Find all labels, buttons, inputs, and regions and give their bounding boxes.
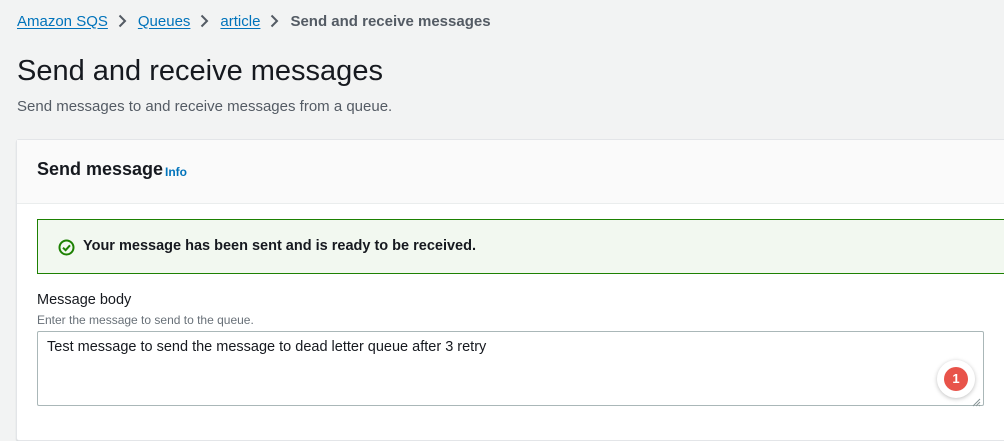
page-title: Send and receive messages	[17, 55, 383, 87]
panel-title: Send message	[37, 159, 164, 179]
resize-handle-icon[interactable]	[971, 394, 981, 407]
breadcrumb: Amazon SQS Queues article Send and recei…	[17, 10, 491, 32]
breadcrumb-queues-link[interactable]: Queues	[138, 13, 191, 30]
chevron-right-icon	[200, 14, 209, 28]
success-alert: Your message has been sent and is ready …	[37, 219, 1004, 274]
send-message-panel: Send message Info Your message has been …	[16, 139, 1004, 441]
message-body-description: Enter the message to send to the queue.	[37, 313, 254, 327]
page-description: Send messages to and receive messages fr…	[17, 98, 393, 115]
notification-count-badge: 1	[944, 367, 968, 391]
check-circle-icon	[58, 239, 75, 256]
notification-button[interactable]: 1	[937, 360, 975, 398]
breadcrumb-article-link[interactable]: article	[220, 13, 260, 30]
chevron-right-icon	[118, 14, 127, 28]
message-body-label: Message body	[37, 292, 132, 308]
alert-message: Your message has been sent and is ready …	[83, 238, 477, 254]
breadcrumb-amazon-sqs-link[interactable]: Amazon SQS	[17, 13, 108, 30]
breadcrumb-current: Send and receive messages	[290, 12, 491, 30]
message-body-textarea[interactable]: Test message to send the message to dead…	[37, 331, 984, 406]
info-link[interactable]: Info	[165, 165, 187, 179]
panel-header: Send message Info	[17, 140, 1004, 204]
chevron-right-icon	[270, 14, 279, 28]
